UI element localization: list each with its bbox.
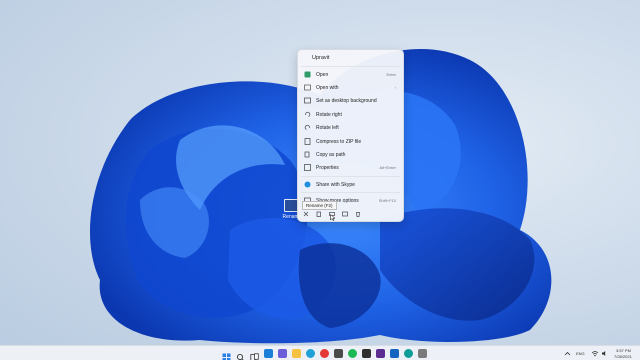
menu-divider — [301, 66, 400, 67]
wifi-icon[interactable] — [591, 350, 599, 357]
menu-item-properties[interactable]: Properties Alt+Enter — [301, 162, 400, 173]
chevron-up-icon[interactable] — [564, 350, 571, 357]
menu-item-label: Copy as path — [316, 151, 346, 158]
task-view-icon[interactable] — [250, 349, 259, 360]
menu-item-share-skype[interactable]: Share with Skype — [301, 179, 400, 190]
menu-item-label: Rotate right — [316, 111, 342, 118]
properties-icon — [304, 164, 311, 171]
copy-path-icon — [304, 151, 311, 158]
photos-icon[interactable] — [390, 349, 399, 358]
menu-divider — [301, 192, 400, 193]
file-explorer-icon[interactable] — [292, 349, 301, 358]
spotify-icon[interactable] — [348, 349, 357, 358]
search-icon[interactable] — [236, 349, 245, 360]
edge-icon[interactable] — [306, 349, 315, 358]
share-icon[interactable] — [342, 211, 348, 217]
open-with-icon — [304, 84, 311, 91]
menu-item-label: Open with — [316, 84, 339, 91]
language-indicator[interactable]: ENG — [576, 351, 585, 356]
skype-icon — [304, 181, 311, 188]
menu-item-rotate-left[interactable]: Rotate left — [301, 122, 400, 133]
rotate-right-icon — [304, 111, 311, 118]
menu-item-label: Share with Skype — [316, 181, 355, 188]
menu-item-label: Properties — [316, 164, 339, 171]
menu-item-shortcut: Enter — [386, 72, 396, 77]
menu-item-open[interactable]: Open Enter — [301, 69, 400, 80]
vs-icon[interactable] — [376, 349, 385, 358]
chat-icon[interactable] — [278, 349, 287, 358]
menu-item-label: Rotate left — [316, 124, 339, 131]
menu-divider — [301, 176, 400, 177]
mouse-cursor-icon — [330, 214, 336, 221]
menu-item-shortcut: Shift+F10 — [378, 198, 396, 203]
menu-item-label: Set as desktop background — [316, 97, 377, 104]
desktop: Rename Upravit Open Enter Open with › Se… — [0, 0, 640, 360]
taskbar: ENG 3:57 PM 7/28/2021 — [0, 345, 640, 360]
copy-icon[interactable] — [316, 211, 322, 217]
menu-item-shortcut: Alt+Enter — [379, 165, 396, 170]
zip-icon — [304, 138, 311, 145]
settings-icon[interactable] — [418, 349, 427, 358]
menu-item-label: Open — [316, 71, 329, 78]
widgets-icon[interactable] — [264, 349, 273, 358]
clock-time[interactable]: 3:57 PM — [616, 348, 631, 353]
menu-item-label: Compress to ZIP file — [316, 138, 362, 145]
rename-tooltip: Rename (F2) — [302, 201, 337, 210]
menu-item-rotate-right[interactable]: Rotate right — [301, 109, 400, 120]
menu-item-set-background[interactable]: Set as desktop background — [301, 95, 400, 106]
context-menu-title: Upravit — [312, 55, 330, 61]
image-icon — [304, 71, 311, 78]
wallpaper-icon — [304, 97, 311, 104]
menu-item-compress-zip[interactable]: Compress to ZIP file — [301, 136, 400, 147]
opera-icon[interactable] — [320, 349, 329, 358]
store-icon[interactable] — [334, 349, 343, 358]
menu-item-copy-path[interactable]: Copy as path — [301, 149, 400, 160]
context-menu: Upravit Open Enter Open with › Set as de… — [297, 49, 404, 222]
cut-icon[interactable] — [303, 211, 309, 217]
app-icon[interactable] — [404, 349, 413, 358]
start-icon[interactable] — [222, 349, 231, 360]
volume-icon[interactable] — [601, 350, 608, 357]
chevron-right-icon: › — [394, 85, 396, 90]
rotate-left-icon — [304, 124, 311, 131]
delete-icon[interactable] — [355, 211, 361, 217]
menu-item-open-with[interactable]: Open with › — [301, 82, 400, 93]
clock-date[interactable]: 7/28/2021 — [614, 354, 632, 359]
terminal-icon[interactable] — [362, 349, 371, 358]
